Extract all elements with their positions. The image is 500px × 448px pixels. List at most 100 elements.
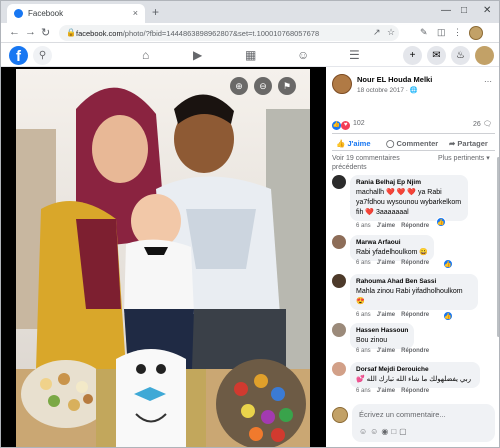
comment-reaction-badge[interactable]: 👍 <box>436 217 446 227</box>
reaction-icons[interactable]: 👍 ♥ <box>332 119 351 130</box>
tab-strip: Facebook × + — □ ✕ <box>1 1 499 23</box>
search-icon[interactable]: ⚲ <box>33 46 52 65</box>
browser-tab[interactable]: Facebook × <box>7 4 145 23</box>
facebook-favicon-icon <box>14 9 23 18</box>
comment-reply-link[interactable]: Répondre <box>401 260 429 266</box>
thumbs-up-icon: 👍 <box>336 139 346 148</box>
comment-meta: 6 ans J'aime Répondre <box>356 312 430 318</box>
profile-avatar[interactable] <box>469 26 483 40</box>
comment-text: Mahla zinou Rabi yifadholhoulkom 😍 <box>356 288 463 305</box>
comment-bubble: Marwa Arfaoui Rabi yfadelhoulkom 😀 <box>350 235 435 261</box>
url-text: facebook.com/photo/?fbid=144486389896280… <box>76 29 320 38</box>
comment-reaction-badge[interactable]: 👍 <box>443 311 453 321</box>
comment-like-link[interactable]: J'aime <box>377 388 395 394</box>
address-bar[interactable]: 🔒 facebook.com/photo/?fbid=1444863898962… <box>59 25 399 41</box>
avatar-sticker-icon[interactable]: ☺ <box>359 427 370 436</box>
tab-close-icon[interactable]: × <box>133 8 138 18</box>
zoom-out-icon[interactable]: ⊖ <box>254 77 272 95</box>
view-previous-comments[interactable]: Voir 19 commentaires précédents <box>332 154 406 172</box>
marketplace-icon[interactable]: ▦ <box>245 48 256 62</box>
like-button[interactable]: 👍 J'aime <box>336 139 371 148</box>
poster-name[interactable]: Nour EL Houda Melki <box>357 75 432 84</box>
browser-toolbar: ← → ↻ 🔒 facebook.com/photo/?fbid=1444863… <box>1 23 499 43</box>
comment-author[interactable]: Dorsaf Mejdi Derouiche <box>356 365 474 375</box>
globe-icon: 🌐 <box>409 87 418 94</box>
comment-meta: 6 ans J'aime Répondre <box>356 223 430 229</box>
share-icon: ➦ <box>449 139 456 148</box>
comment-author[interactable]: Hassen Hassoun <box>356 326 408 336</box>
comment-composer[interactable]: Écrivez un commentaire... ☺☺◉□▢ <box>352 404 495 442</box>
window-maximize-icon[interactable]: □ <box>461 5 467 16</box>
reload-icon[interactable]: ↻ <box>41 26 50 39</box>
create-icon[interactable]: + <box>403 46 422 65</box>
comment-like-link[interactable]: J'aime <box>377 312 395 318</box>
window-close-icon[interactable]: ✕ <box>483 5 491 16</box>
comment-author[interactable]: Rahouma Ahad Ben Sassi <box>356 277 472 287</box>
back-icon[interactable]: ← <box>9 26 20 38</box>
camera-icon[interactable]: ◉ <box>381 427 391 436</box>
account-icon[interactable] <box>475 46 494 65</box>
comment-like-link[interactable]: J'aime <box>377 348 395 354</box>
composer-tools: ☺☺◉□▢ <box>359 427 410 436</box>
composer-avatar[interactable] <box>332 407 348 423</box>
menu-icon[interactable]: ☰ <box>349 48 360 62</box>
comment-text: ربي يفضلهولك ما شاء الله تبارك الله 💕 <box>356 376 472 383</box>
comment-reply-link[interactable]: Répondre <box>401 348 429 354</box>
forward-icon[interactable]: → <box>25 26 36 38</box>
browser-window: Facebook × + — □ ✕ ← → ↻ 🔒 facebook.com/… <box>0 0 500 448</box>
tag-icon[interactable]: ⚑ <box>278 77 296 95</box>
comment-input-placeholder[interactable]: Écrivez un commentaire... <box>359 410 446 419</box>
browser-menu-icon[interactable]: ⋮ <box>453 27 462 38</box>
comment-text: Bou zinou <box>356 337 388 344</box>
zoom-in-icon[interactable]: ⊕ <box>230 77 248 95</box>
extensions-icon[interactable]: ✎ <box>420 27 428 38</box>
comment-reply-link[interactable]: Répondre <box>401 223 429 229</box>
emoji-icon[interactable]: ☺ <box>370 427 381 436</box>
groups-icon[interactable]: ☺ <box>297 48 309 62</box>
watch-icon[interactable]: ▶ <box>193 48 202 62</box>
gif-icon[interactable]: □ <box>391 427 399 436</box>
commenter-avatar[interactable] <box>332 175 346 189</box>
poster-avatar[interactable] <box>332 74 352 94</box>
comment-author[interactable]: Rania Belhaj Ep Njim <box>356 178 462 188</box>
reaction-count[interactable]: 102 <box>353 120 365 127</box>
comment-reaction-badge[interactable]: 👍 <box>443 259 453 269</box>
window-minimize-icon[interactable]: — <box>441 5 451 16</box>
commenter-avatar[interactable] <box>332 323 346 337</box>
photo-viewer: ⊕ ⊖ ⚑ <box>1 67 326 447</box>
divider <box>332 150 495 151</box>
tab-title: Facebook <box>28 9 64 18</box>
sticker-icon[interactable]: ▢ <box>399 427 410 436</box>
share-button[interactable]: ➦ Partager <box>449 139 488 148</box>
new-tab-button[interactable]: + <box>152 5 159 19</box>
messenger-icon[interactable]: ✉ <box>427 46 446 65</box>
comment-sort-dropdown[interactable]: Plus pertinents ▾ <box>438 154 493 163</box>
comment-author[interactable]: Marwa Arfaoui <box>356 238 428 248</box>
more-options-icon[interactable]: ⋯ <box>484 77 492 86</box>
lock-icon: 🔒 <box>66 28 76 37</box>
post-date[interactable]: 18 octobre 2017 · 🌐 <box>357 86 418 94</box>
comment-reply-link[interactable]: Répondre <box>401 312 429 318</box>
family-photo-illustration <box>16 69 310 447</box>
comment-reply-link[interactable]: Répondre <box>401 388 429 394</box>
commenter-avatar[interactable] <box>332 362 346 376</box>
commenter-avatar[interactable] <box>332 235 346 249</box>
notifications-icon[interactable]: ♨ <box>451 46 470 65</box>
comment-count[interactable]: 26 🗨 <box>473 120 492 128</box>
home-icon[interactable]: ⌂ <box>142 48 149 62</box>
commenter-avatar[interactable] <box>332 274 346 288</box>
like-reaction-icon: 👍 <box>332 121 341 130</box>
comment-like-link[interactable]: J'aime <box>377 223 395 229</box>
share-page-icon[interactable]: ↗ <box>373 27 381 38</box>
facebook-logo[interactable]: f <box>9 46 28 65</box>
facebook-header: f ⚲ ⌂ ▶ ▦ ☺ ☰ + ✉ ♨ <box>1 44 499 67</box>
comment-meta: 6 ans J'aime Répondre <box>356 260 430 266</box>
family-photo <box>16 69 310 447</box>
side-panel-icon[interactable]: ◫ <box>437 27 446 38</box>
comment-like-link[interactable]: J'aime <box>377 260 395 266</box>
comment-button[interactable]: ◯ Commenter <box>386 139 438 148</box>
bookmark-star-icon[interactable]: ☆ <box>387 27 395 38</box>
comment-text: machallh ❤️ ❤️ ❤️ ya Rabi ya7fdhou wysou… <box>356 189 462 216</box>
comment-bubble-icon: 🗨 <box>482 121 492 128</box>
comment-meta: 6 ans J'aime Répondre <box>356 388 430 394</box>
